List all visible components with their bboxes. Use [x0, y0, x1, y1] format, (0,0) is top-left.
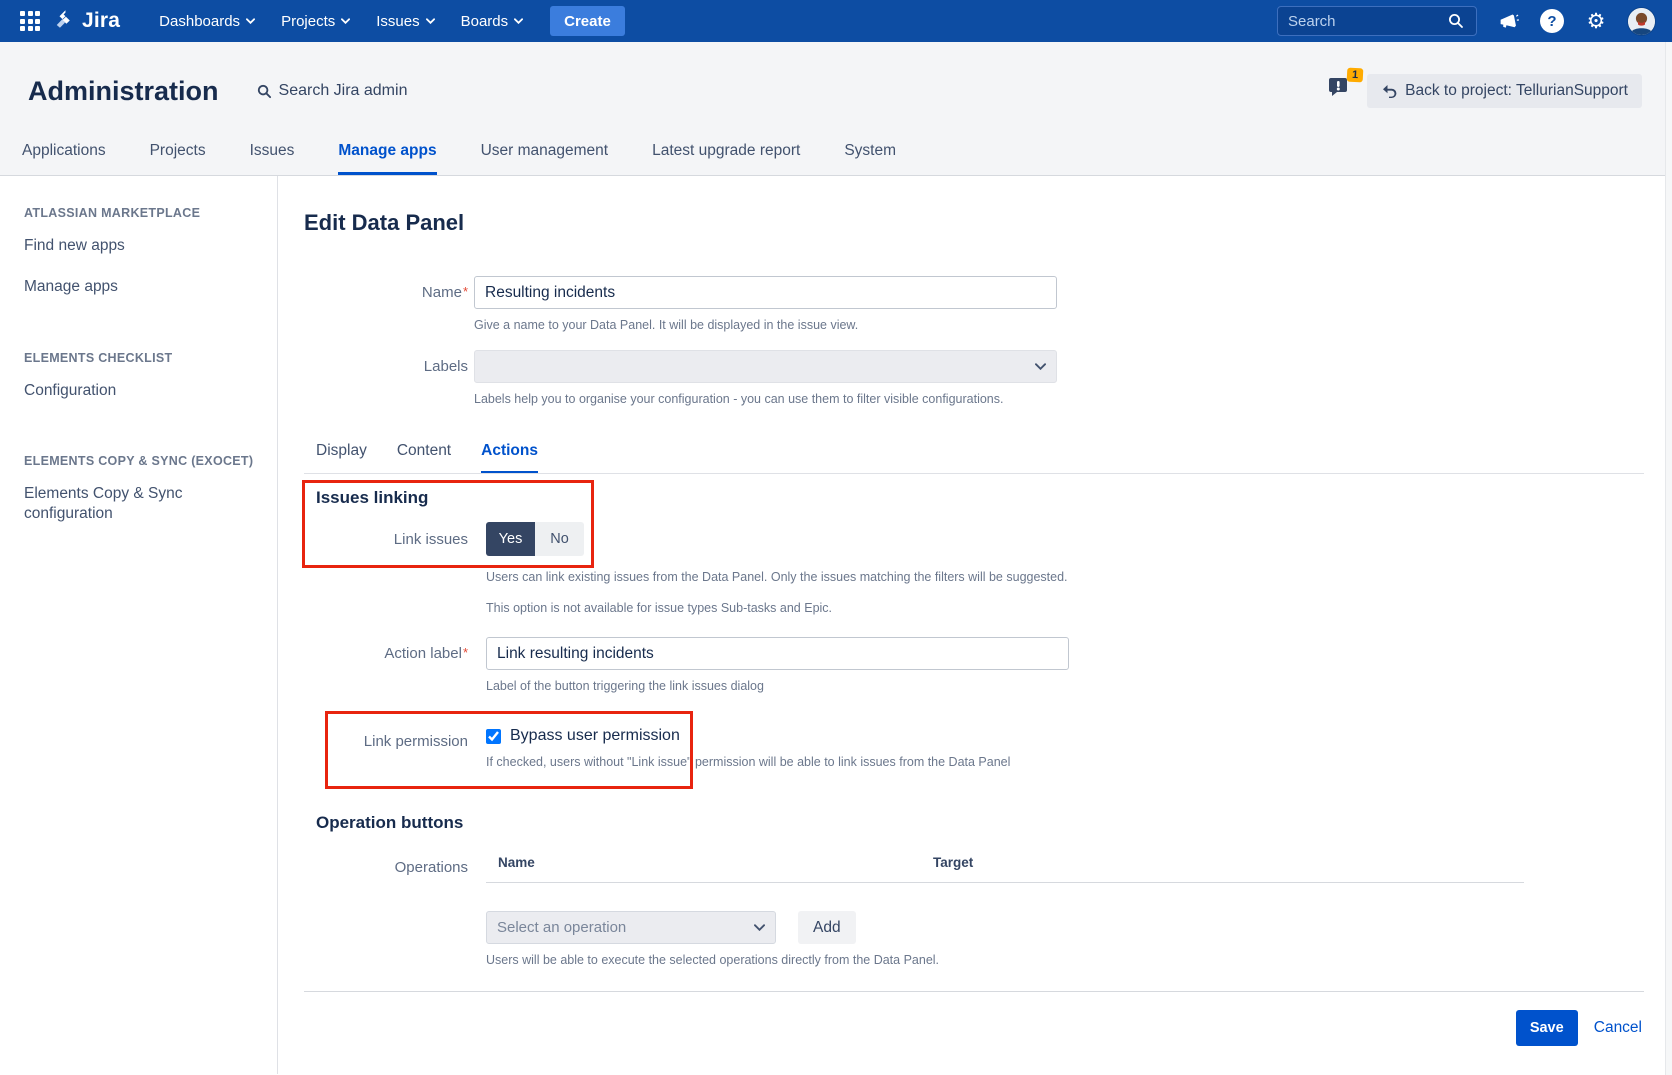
admin-tab-bar: Applications Projects Issues Manage apps…	[0, 142, 1672, 175]
page-title: Administration	[28, 76, 219, 107]
link-issues-toggle: Yes No	[486, 522, 584, 556]
nav-projects[interactable]: Projects	[268, 0, 363, 42]
help-icon[interactable]: ?	[1539, 8, 1565, 34]
link-issues-no-button[interactable]: No	[535, 522, 584, 556]
settings-gear-icon[interactable]: ⚙	[1583, 8, 1609, 34]
save-button[interactable]: Save	[1516, 1010, 1578, 1046]
name-label: Name*	[304, 284, 468, 301]
chevron-down-icon	[1035, 363, 1046, 370]
operation-buttons-heading: Operation buttons	[304, 813, 1644, 833]
chevron-down-icon	[426, 18, 435, 24]
sidebar-section-marketplace: ATLASSIAN MARKETPLACE	[24, 206, 257, 220]
return-arrow-icon	[1381, 84, 1397, 98]
global-search-input[interactable]	[1288, 13, 1448, 30]
admin-search[interactable]: Search Jira admin	[257, 82, 408, 100]
announcements-icon[interactable]	[1495, 8, 1521, 34]
tab-display[interactable]: Display	[316, 442, 367, 473]
action-label-input[interactable]	[486, 637, 1069, 670]
labels-select[interactable]	[474, 350, 1057, 383]
back-to-project-button[interactable]: Back to project: TellurianSupport	[1367, 74, 1642, 108]
sidebar-item-find-new-apps[interactable]: Find new apps	[24, 236, 239, 255]
sidebar-section-elements-checklist: ELEMENTS CHECKLIST	[24, 351, 257, 365]
labels-label: Labels	[304, 358, 468, 375]
sidebar-item-copy-sync-configuration[interactable]: Elements Copy & Sync configuration	[24, 484, 239, 523]
name-help-text: Give a name to your Data Panel. It will …	[474, 318, 1644, 332]
bypass-permission-checkbox-label: Bypass user permission	[510, 727, 680, 745]
tab-projects[interactable]: Projects	[150, 142, 206, 175]
tab-actions[interactable]: Actions	[481, 442, 538, 473]
action-label-label: Action label*	[304, 645, 468, 662]
tab-content[interactable]: Content	[397, 442, 451, 473]
name-input[interactable]	[474, 276, 1057, 309]
panel-tab-bar: Display Content Actions	[304, 442, 1644, 474]
notification-badge: 1	[1347, 67, 1364, 82]
cancel-link[interactable]: Cancel	[1594, 1019, 1642, 1037]
chevron-down-icon	[246, 18, 255, 24]
jira-logo-text: Jira	[82, 9, 120, 33]
tab-manage-apps[interactable]: Manage apps	[338, 142, 436, 175]
admin-sidebar: ATLASSIAN MARKETPLACE Find new apps Mana…	[0, 176, 278, 1074]
chevron-down-icon	[514, 18, 523, 24]
link-issues-label: Link issues	[304, 531, 468, 548]
global-search[interactable]	[1277, 6, 1477, 36]
tab-latest-upgrade-report[interactable]: Latest upgrade report	[652, 142, 800, 175]
issues-linking-heading: Issues linking	[316, 488, 1644, 508]
sidebar-item-manage-apps[interactable]: Manage apps	[24, 277, 239, 296]
operations-table-header: Name Target	[486, 855, 1524, 883]
tab-applications[interactable]: Applications	[22, 142, 106, 175]
link-permission-label: Link permission	[304, 727, 468, 750]
operations-help-text: Users will be able to execute the select…	[486, 953, 1524, 967]
chevron-down-icon	[754, 924, 765, 931]
sidebar-item-configuration[interactable]: Configuration	[24, 381, 239, 400]
chevron-down-icon	[341, 18, 350, 24]
action-label-help-text: Label of the button triggering the link …	[486, 679, 1644, 693]
nav-dashboards[interactable]: Dashboards	[146, 0, 268, 42]
link-issues-note-text: This option is not available for issue t…	[486, 601, 1644, 615]
link-issues-help-text: Users can link existing issues from the …	[486, 570, 1644, 584]
bypass-permission-checkbox[interactable]	[486, 729, 501, 744]
tab-user-management[interactable]: User management	[481, 142, 609, 175]
tab-system[interactable]: System	[844, 142, 896, 175]
operation-select[interactable]: Select an operation	[486, 911, 776, 944]
operations-column-name: Name	[498, 855, 933, 870]
admin-header: Administration Search Jira admin 1 Back …	[0, 42, 1672, 176]
feedback-notification-icon[interactable]: 1	[1327, 77, 1353, 106]
page-scrollbar[interactable]	[1665, 42, 1672, 1075]
link-permission-section: Link permission Bypass user permission I…	[304, 727, 1644, 769]
search-icon	[257, 84, 272, 99]
link-issues-yes-button[interactable]: Yes	[486, 522, 535, 556]
link-permission-help-text: If checked, users without "Link issue" p…	[486, 755, 1010, 769]
nav-boards[interactable]: Boards	[448, 0, 537, 42]
tab-issues[interactable]: Issues	[250, 142, 295, 175]
search-icon	[1448, 13, 1464, 29]
app-switcher-icon[interactable]	[20, 11, 40, 31]
edit-data-panel-title: Edit Data Panel	[304, 210, 1644, 236]
add-operation-button[interactable]: Add	[798, 911, 856, 944]
user-avatar[interactable]	[1627, 7, 1656, 36]
jira-logo[interactable]: Jira	[54, 8, 120, 35]
operations-column-target: Target	[933, 855, 973, 870]
top-navbar: Jira Dashboards Projects Issues Boards C…	[0, 0, 1672, 42]
create-button[interactable]: Create	[550, 6, 625, 36]
labels-help-text: Labels help you to organise your configu…	[474, 392, 1644, 406]
issues-linking-section: Issues linking Link issues Yes No	[304, 488, 1644, 556]
operations-label: Operations	[304, 855, 468, 876]
jira-logo-icon	[54, 8, 76, 35]
nav-issues[interactable]: Issues	[363, 0, 447, 42]
sidebar-section-elements-copy-sync: ELEMENTS COPY & SYNC (EXOCET)	[24, 454, 257, 468]
main-content: Edit Data Panel Name* Give a name to you…	[278, 176, 1672, 1074]
